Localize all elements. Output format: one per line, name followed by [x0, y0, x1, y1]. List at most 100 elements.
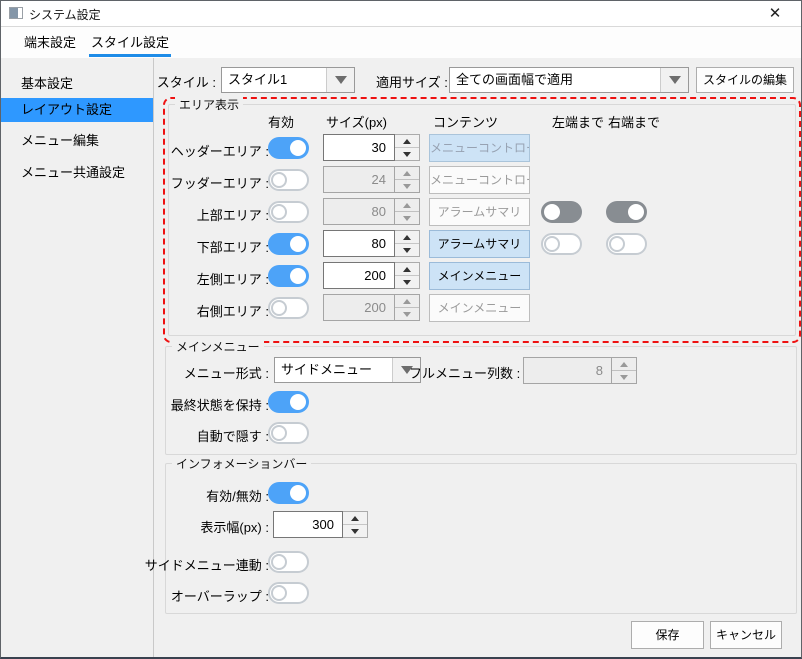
right-area-size-value: 200 [323, 294, 395, 321]
column-header-content: コンテンツ [433, 115, 499, 130]
spin-up-icon[interactable] [395, 135, 419, 147]
left-area-size-input[interactable]: 200 [323, 262, 420, 289]
active-tab-underline [89, 54, 171, 57]
left-area-label: 左側エリア : [196, 272, 269, 287]
window-title: システム設定 [29, 8, 101, 22]
spin-down-icon [612, 370, 636, 383]
close-icon[interactable]: ✕ [763, 3, 787, 24]
apply-size-select[interactable]: 全ての画面幅で適用 [449, 67, 689, 93]
right-area-toggle[interactable] [268, 297, 309, 319]
top-area-size-input: 80 [323, 198, 420, 225]
style-select[interactable]: スタイル1 [221, 67, 355, 93]
footer-area-size-value: 24 [323, 166, 395, 193]
footer-area-toggle[interactable] [268, 169, 309, 191]
left-area-size-value[interactable]: 200 [323, 262, 395, 289]
bottom-area-size-input[interactable]: 80 [323, 230, 420, 257]
spin-down-icon[interactable] [395, 147, 419, 160]
sidebar-item-menu-common-settings[interactable]: メニュー共通設定 [1, 161, 153, 185]
spin-up-icon [395, 199, 419, 211]
tab-terminal-settings[interactable]: 端末設定 [11, 32, 89, 54]
sidebar-item-basic-settings[interactable]: 基本設定 [1, 72, 153, 96]
info-enabled-toggle[interactable] [268, 482, 309, 504]
menu-type-select[interactable]: サイドメニュー [274, 357, 421, 383]
apply-size-label: 適用サイズ : [376, 75, 448, 90]
auto-hide-toggle[interactable] [268, 422, 309, 444]
auto-hide-label: 自動で隠す : [196, 429, 269, 444]
full-menu-cols-input: 8 [523, 357, 637, 384]
header-area-label: ヘッダーエリア : [170, 144, 269, 159]
spin-down-icon [395, 307, 419, 320]
bottom-area-to-right-toggle[interactable] [606, 233, 647, 255]
top-area-to-left-toggle [541, 201, 582, 223]
save-button[interactable]: 保存 [631, 621, 704, 649]
spin-up-icon [395, 167, 419, 179]
menu-type-select-value: サイドメニュー [281, 362, 373, 377]
side-menu-link-toggle[interactable] [268, 551, 309, 573]
sidebar-item-layout-settings[interactable]: レイアウト設定 [1, 98, 153, 122]
info-width-value[interactable]: 300 [273, 511, 343, 538]
header-area-size-value[interactable]: 30 [323, 134, 395, 161]
spin-down-icon [395, 211, 419, 224]
header-area-size-input[interactable]: 30 [323, 134, 420, 161]
header-area-toggle[interactable] [268, 137, 309, 159]
top-area-label: 上部エリア : [196, 208, 269, 223]
top-area-content-button: アラームサマリ [429, 198, 530, 226]
menu-type-label: メニュー形式 : [183, 366, 269, 381]
left-area-toggle[interactable] [268, 265, 309, 287]
spin-down-icon[interactable] [343, 524, 367, 537]
keep-last-state-toggle[interactable] [268, 391, 309, 413]
bottom-area-content-button[interactable]: アラームサマリ [429, 230, 530, 258]
top-area-to-right-toggle [606, 201, 647, 223]
area-display-legend: エリア表示 [175, 96, 244, 113]
header-area-content-button[interactable]: メニューコントロール [429, 134, 530, 162]
right-area-size-input: 200 [323, 294, 420, 321]
column-header-enabled: 有効 [268, 115, 295, 130]
top-area-toggle[interactable] [268, 201, 309, 223]
main-menu-legend: メインメニュー [172, 338, 264, 355]
info-width-label: 表示幅(px) : [200, 520, 269, 535]
footer-area-content-button: メニューコントロール [429, 166, 530, 194]
spin-down-icon [395, 179, 419, 192]
spin-up-icon[interactable] [395, 263, 419, 275]
info-width-input[interactable]: 300 [273, 511, 368, 538]
tab-bar: 端末設定 スタイル設定 [1, 27, 801, 58]
edit-style-button[interactable]: スタイルの編集 [696, 67, 794, 93]
info-enabled-label: 有効/無効 : [206, 489, 269, 504]
apply-size-select-value: 全ての画面幅で適用 [456, 72, 574, 87]
cancel-button[interactable]: キャンセル [710, 621, 782, 649]
title-bar: システム設定 ✕ [1, 1, 801, 27]
right-area-label: 右側エリア : [196, 304, 269, 319]
right-area-content-button: メインメニュー [429, 294, 530, 322]
spin-up-icon[interactable] [343, 512, 367, 524]
spin-down-icon[interactable] [395, 243, 419, 256]
column-header-size: サイズ(px) [326, 115, 387, 130]
full-menu-cols-label: フルメニュー列数 : [409, 366, 521, 381]
chevron-down-icon [660, 68, 688, 92]
bottom-area-size-value[interactable]: 80 [323, 230, 395, 257]
bottom-area-toggle[interactable] [268, 233, 309, 255]
app-window-icon [9, 7, 23, 19]
column-header-to-left: 左端まで [552, 115, 605, 130]
bottom-area-label: 下部エリア : [196, 240, 269, 255]
spin-up-icon [612, 358, 636, 370]
tab-style-settings[interactable]: スタイル設定 [89, 32, 171, 54]
overlap-toggle[interactable] [268, 582, 309, 604]
left-area-content-button[interactable]: メインメニュー [429, 262, 530, 290]
footer-area-size-input: 24 [323, 166, 420, 193]
system-settings-dialog: システム設定 ✕ 端末設定 スタイル設定 基本設定 レイアウト設定 メニュー編集… [0, 0, 802, 659]
spin-up-icon [395, 295, 419, 307]
footer-area-label: フッダーエリア : [170, 176, 269, 191]
spin-up-icon[interactable] [395, 231, 419, 243]
sidebar-item-menu-edit[interactable]: メニュー編集 [1, 129, 153, 153]
overlap-label: オーバーラップ : [170, 589, 269, 604]
spin-down-icon[interactable] [395, 275, 419, 288]
style-select-value: スタイル1 [228, 72, 288, 87]
chevron-down-icon [326, 68, 354, 92]
column-header-to-right: 右端まで [608, 115, 661, 130]
keep-last-state-label: 最終状態を保持 : [170, 398, 269, 413]
full-menu-cols-value: 8 [523, 357, 612, 384]
side-menu-link-label: サイドメニュー連動 : [144, 558, 269, 573]
bottom-area-to-left-toggle[interactable] [541, 233, 582, 255]
top-area-size-value: 80 [323, 198, 395, 225]
information-bar-legend: インフォメーションバー [172, 455, 312, 472]
